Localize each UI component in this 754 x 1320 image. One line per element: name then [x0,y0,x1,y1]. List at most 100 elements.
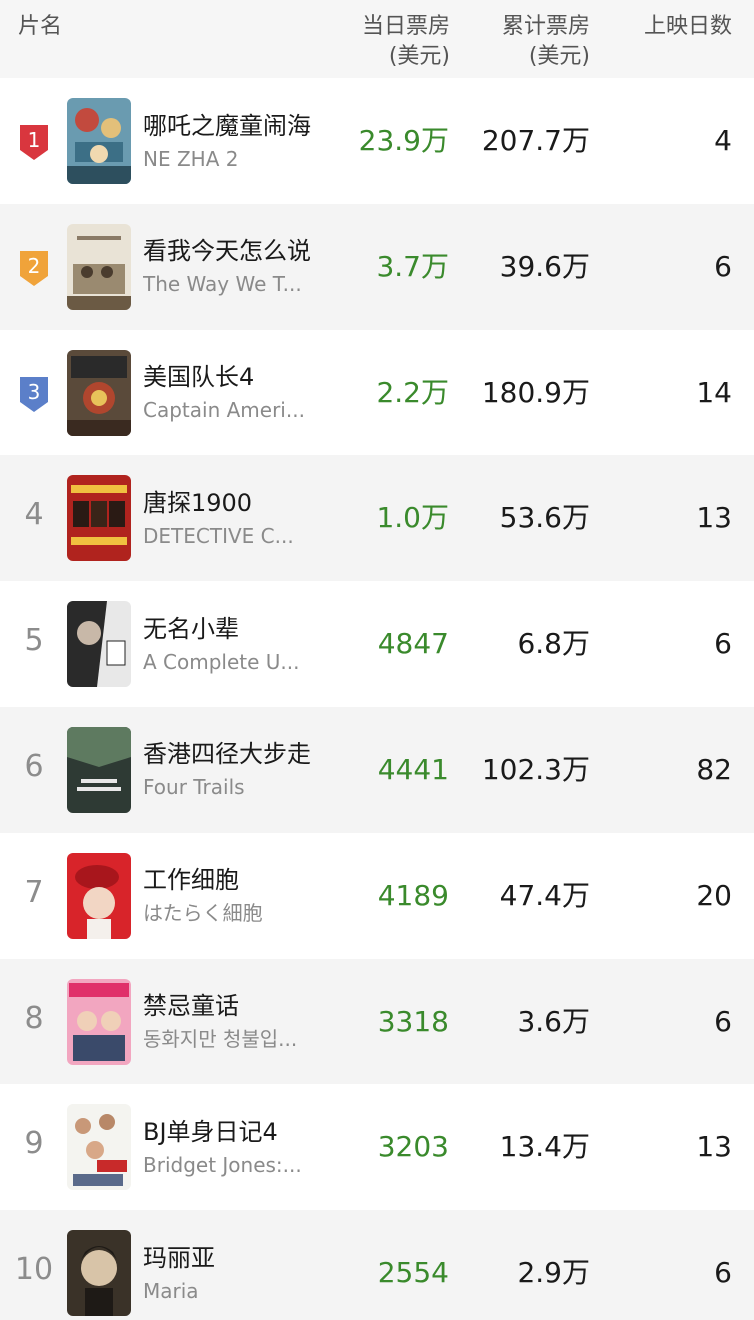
release-days: 14 [696,375,732,409]
header-total-unit: (美元) [528,44,590,69]
movie-title-cn[interactable]: 禁忌童话 [143,988,313,1024]
daily-gross: 2.2万 [376,375,449,409]
rank-number: 3 [28,380,41,404]
table-row[interactable]: 5 无名小辈 A Complete U... 4847 6.8万 6 [0,581,754,707]
rank-number: 10 [14,1252,54,1288]
table-row[interactable]: 1 哪吒之魔童闹海 NE ZHA 2 23.9万 207.7万 4 [0,78,754,204]
rank-badge-3: 3 [20,376,48,412]
rank-number: 9 [24,1126,44,1162]
release-days: 13 [696,501,732,535]
total-gross: 13.4万 [499,1130,590,1164]
movie-title-en: Bridget Jones:... [143,1152,302,1177]
movie-title-cn[interactable]: 哪吒之魔童闹海 [143,108,313,144]
release-days: 82 [696,752,732,786]
movie-title-en: 동화지만 청불입... [143,1027,298,1052]
poster-image [67,1230,131,1317]
movie-title-en: DETECTIVE C... [143,523,294,548]
total-gross: 6.8万 [517,627,590,661]
movie-title-cn[interactable]: 唐探1900 [143,485,313,521]
movie-titles: 玛丽亚 Maria [143,1210,313,1320]
movie-titles: 香港四径大步走 Four Trails [143,707,313,832]
box-office-page: 片名 当日票房 (美元) 累计票房 (美元) 上映日数 1 哪吒之魔童闹海 NE… [0,0,754,1320]
header-daily[interactable]: 当日票房 (美元) [362,12,450,72]
daily-gross: 3318 [377,1004,449,1038]
header-daily-unit: (美元) [388,44,450,69]
poster-image [67,98,131,184]
movie-title-cn[interactable]: BJ单身日记4 [143,1114,313,1150]
release-days: 4 [714,124,732,157]
total-gross: 39.6万 [499,249,590,283]
movie-titles: 无名小辈 A Complete U... [143,581,313,706]
daily-gross: 23.9万 [358,124,449,157]
movie-title-cn[interactable]: 工作细胞 [143,862,313,898]
poster-image [67,349,131,436]
header-total-label: 累计票房 [501,14,590,39]
table-header: 片名 当日票房 (美元) 累计票房 (美元) 上映日数 [0,0,754,78]
table-row[interactable]: 9 BJ单身日记4 Bridget Jones:... 3203 13.4万 1… [0,1084,754,1211]
movie-titles: 美国队长4 Captain Ameri... [143,330,313,455]
table-row[interactable]: 2 看我今天怎么说 The Way We T... 3.7万 39.6万 6 [0,203,754,330]
release-days: 6 [714,1256,732,1290]
daily-gross: 4441 [377,752,449,786]
movie-title-cn[interactable]: 看我今天怎么说 [143,233,313,269]
movie-title-en: NE ZHA 2 [143,146,239,171]
table-row[interactable]: 10 玛丽亚 Maria 2554 2.9万 6 [0,1210,754,1320]
movie-title-en: A Complete U... [143,649,300,674]
movie-title-en: Captain Ameri... [143,398,305,423]
movie-title-cn[interactable]: 美国队长4 [143,359,313,395]
table-row[interactable]: 7 工作细胞 はたらく細胞 4189 47.4万 20 [0,832,754,959]
release-days: 13 [696,1130,732,1164]
movie-title-en: はたらく細胞 [143,901,263,926]
header-daily-label: 当日票房 [361,14,450,39]
rank-number: 1 [28,128,41,152]
table-row[interactable]: 4 唐探1900 DETECTIVE C... 1.0万 53.6万 13 [0,455,754,582]
daily-gross: 3203 [377,1130,449,1164]
rank-number: 6 [24,748,44,784]
header-days[interactable]: 上映日数 [644,12,732,42]
movie-titles: BJ单身日记4 Bridget Jones:... [143,1084,313,1209]
movie-title-cn[interactable]: 无名小辈 [143,611,313,647]
total-gross: 47.4万 [499,878,590,912]
release-days: 6 [714,1004,732,1038]
rank-number: 7 [24,874,44,910]
total-gross: 3.6万 [517,1004,590,1038]
poster-image [67,475,131,562]
poster-image [67,978,131,1065]
movie-titles: 唐探1900 DETECTIVE C... [143,455,313,580]
table-row[interactable]: 6 香港四径大步走 Four Trails 4441 102.3万 82 [0,706,754,833]
daily-gross: 2554 [377,1256,449,1290]
movie-title-en: Four Trails [143,775,245,800]
total-gross: 102.3万 [481,752,590,786]
poster-image [67,223,131,310]
release-days: 6 [714,249,732,283]
movie-title-en: The Way We T... [143,272,302,297]
movie-title-en: Maria [143,1278,199,1303]
rank-number: 4 [24,497,44,533]
daily-gross: 1.0万 [376,501,449,535]
total-gross: 2.9万 [517,1256,590,1290]
movie-title-cn[interactable]: 玛丽亚 [143,1240,313,1276]
rank-badge-2: 2 [20,250,48,286]
poster-image [67,852,131,939]
movie-titles: 工作细胞 はたらく細胞 [143,833,313,958]
daily-gross: 3.7万 [376,249,449,283]
total-gross: 53.6万 [499,501,590,535]
header-name[interactable]: 片名 [18,12,62,42]
movie-list: 1 哪吒之魔童闹海 NE ZHA 2 23.9万 207.7万 4 2 看我今天… [0,78,754,1320]
poster-image [67,1104,131,1191]
daily-gross: 4847 [377,627,449,661]
rank-number: 8 [24,1000,44,1036]
movie-titles: 禁忌童话 동화지만 청불입... [143,959,313,1084]
poster-image [67,726,131,813]
table-row[interactable]: 8 禁忌童话 동화지만 청불입... 3318 3.6万 6 [0,958,754,1085]
rank-number: 2 [28,254,41,278]
movie-titles: 看我今天怎么说 The Way We T... [143,204,313,329]
header-total[interactable]: 累计票房 (美元) [502,12,590,72]
daily-gross: 4189 [377,878,449,912]
rank-number: 5 [24,623,44,659]
table-row[interactable]: 3 美国队长4 Captain Ameri... 2.2万 180.9万 14 [0,329,754,456]
movie-title-cn[interactable]: 香港四径大步走 [143,736,313,772]
release-days: 6 [714,627,732,661]
rank-badge-1: 1 [20,125,48,160]
poster-image [67,601,131,688]
